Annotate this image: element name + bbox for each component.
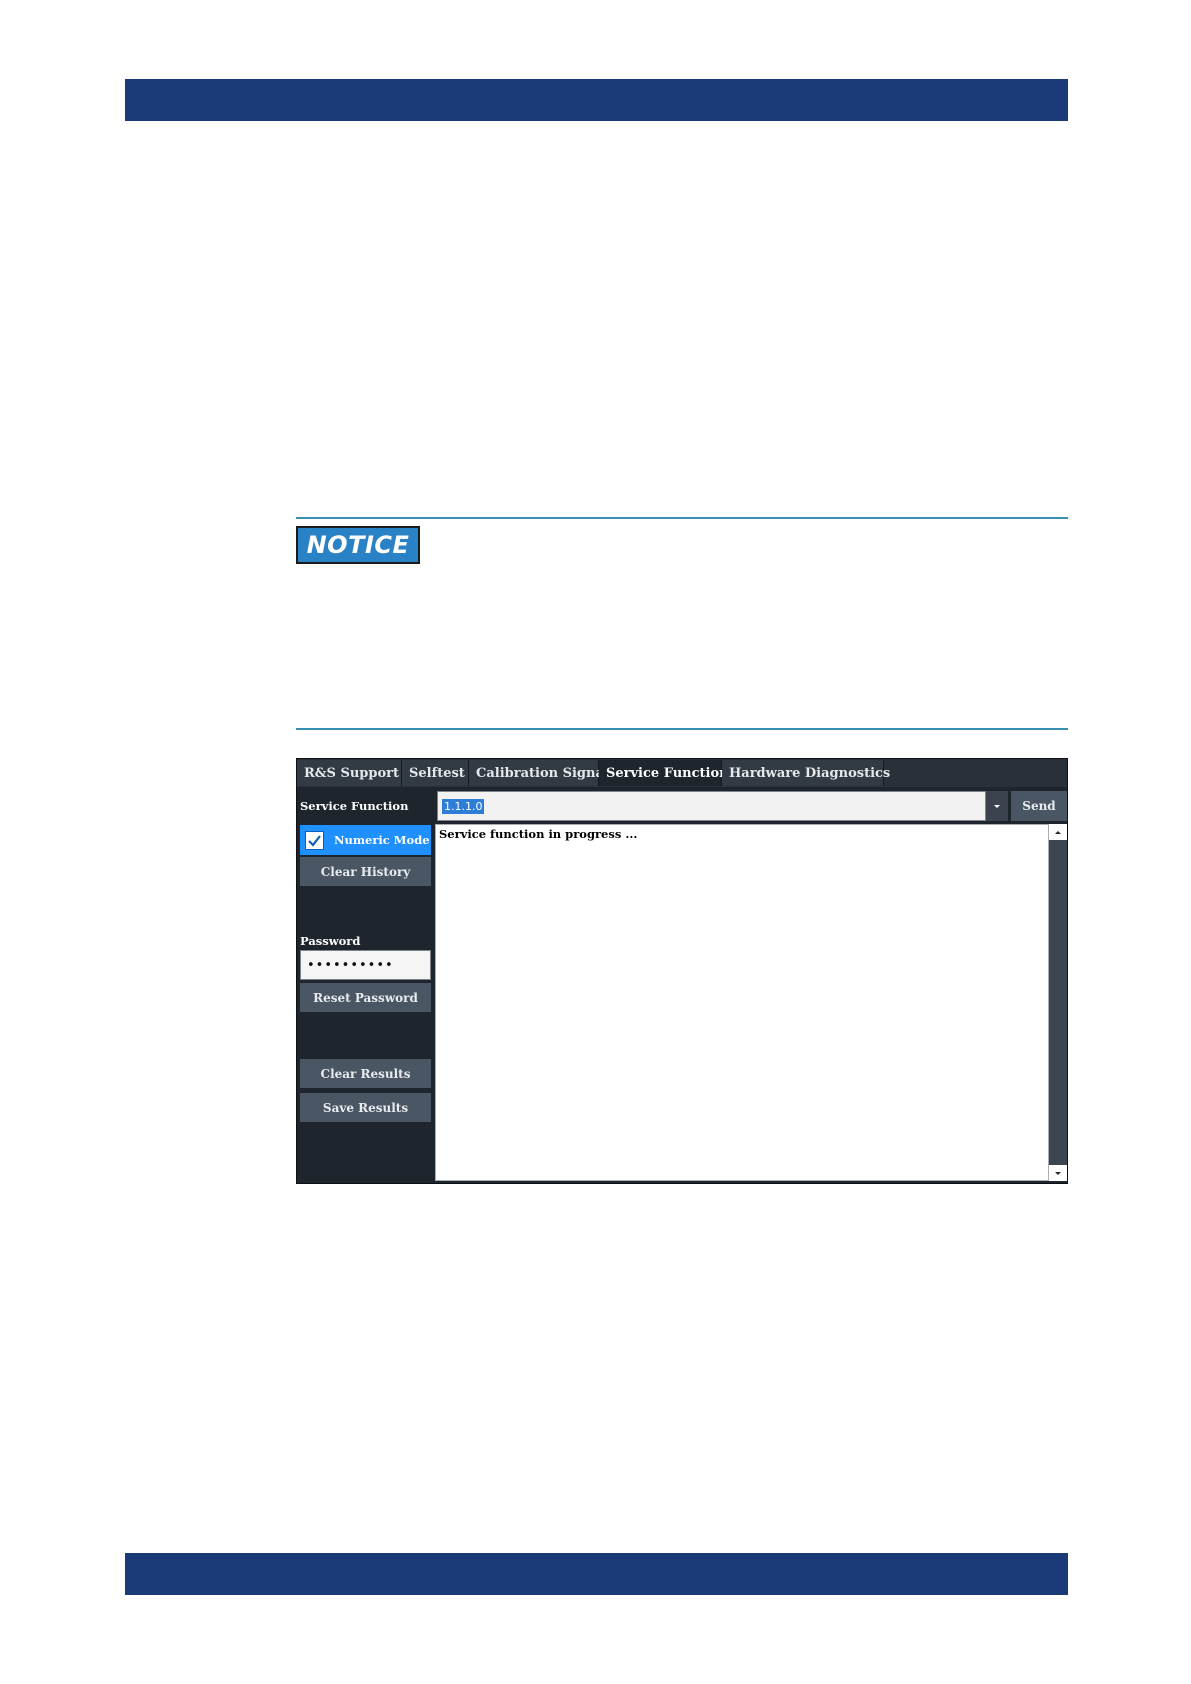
notice-badge: NOTICE <box>296 526 420 564</box>
tab-hardware-diagnostics[interactable]: Hardware Diagnostics <box>722 760 890 786</box>
page-header-bar <box>125 79 1068 121</box>
service-function-value: 1.1.1.0 <box>442 798 485 814</box>
reset-password-button[interactable]: Reset Password <box>300 983 431 1012</box>
checkmark-icon <box>308 834 321 847</box>
save-results-button[interactable]: Save Results <box>300 1093 431 1122</box>
tab-bar: R&S Support Selftest Calibration Signal … <box>297 759 1067 787</box>
tab-calibration-signal[interactable]: Calibration Signal <box>469 760 609 786</box>
page-footer-bar <box>125 1553 1068 1595</box>
scroll-track[interactable] <box>1050 840 1066 1165</box>
service-function-input[interactable]: 1.1.1.0 <box>437 791 986 821</box>
send-button[interactable]: Send <box>1011 791 1067 821</box>
clear-results-button[interactable]: Clear Results <box>300 1059 431 1088</box>
notice-label: NOTICE <box>306 531 410 559</box>
scroll-down-button[interactable] <box>1049 1165 1067 1181</box>
results-output[interactable]: Service function in progress ... <box>435 824 1049 1181</box>
numeric-mode-label: Numeric Mode <box>334 833 430 847</box>
tab-selftest[interactable]: Selftest <box>402 760 469 786</box>
numeric-mode-toggle[interactable]: Numeric Mode <box>300 825 431 855</box>
output-line: Service function in progress ... <box>439 827 638 841</box>
scroll-up-button[interactable] <box>1049 824 1067 840</box>
chevron-down-icon <box>994 804 1000 808</box>
history-dropdown-button[interactable] <box>986 791 1008 821</box>
clear-history-button[interactable]: Clear History <box>300 857 431 886</box>
service-function-dialog: R&S Support Selftest Calibration Signal … <box>296 758 1068 1184</box>
notice-rule-top <box>296 517 1068 519</box>
notice-rule-bottom <box>296 728 1068 730</box>
triangle-up-icon <box>1055 830 1061 834</box>
triangle-down-icon <box>1055 1171 1061 1175</box>
password-label: Password <box>300 934 361 948</box>
tab-rs-support[interactable]: R&S Support <box>297 760 402 786</box>
checkbox[interactable] <box>305 830 324 850</box>
results-scrollbar[interactable] <box>1049 824 1067 1181</box>
service-function-label: Service Function <box>300 799 409 813</box>
password-field[interactable]: •••••••••• <box>300 950 431 980</box>
tab-service-function[interactable]: Service Function <box>599 760 729 786</box>
